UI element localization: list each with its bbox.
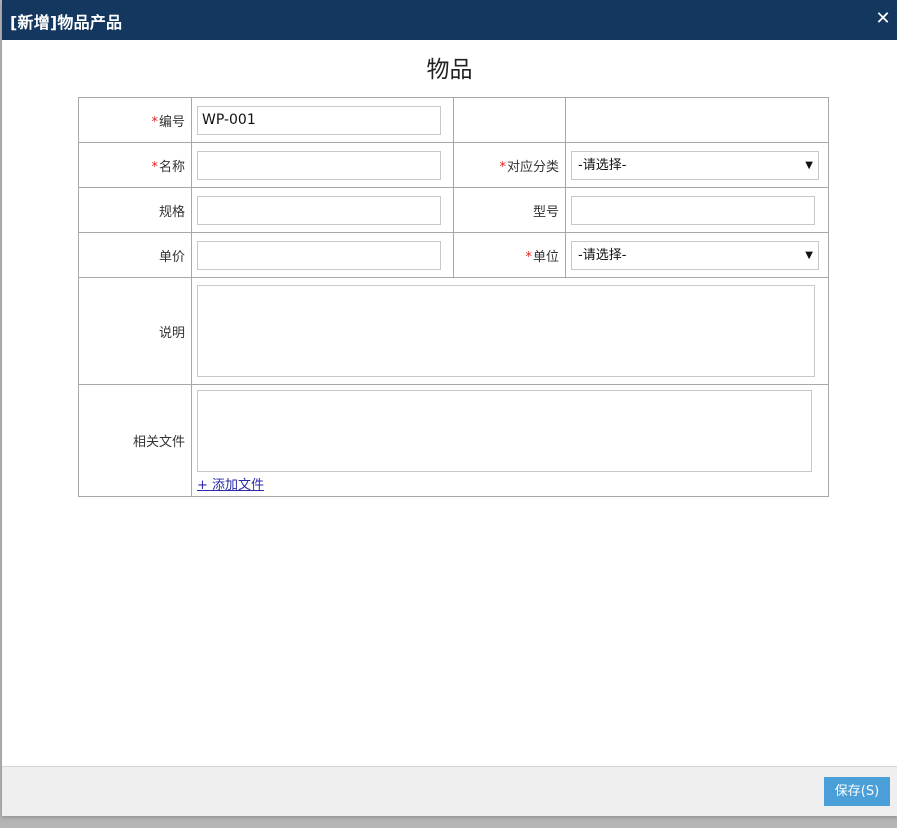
name-label-text: 名称: [158, 159, 185, 175]
add-file-link[interactable]: + 添加文件: [197, 474, 264, 493]
form-title: 物品: [426, 57, 473, 83]
dialog-title: [新增]物品产品: [10, 13, 123, 32]
required-mark: *: [525, 249, 532, 265]
spec-label: 规格: [78, 187, 192, 233]
price-label: 单价: [78, 232, 192, 278]
code-input[interactable]: WP-001: [197, 105, 441, 135]
unit-selected-value: -请选择-: [578, 247, 627, 263]
required-mark: *: [151, 159, 158, 175]
dropdown-arrow-icon: ▼: [805, 249, 813, 261]
files-box[interactable]: [197, 390, 812, 472]
price-input[interactable]: [197, 240, 441, 270]
name-label: *名称: [78, 142, 192, 188]
unit-select[interactable]: -请选择- ▼: [571, 240, 819, 270]
files-label: 相关文件: [78, 384, 192, 497]
empty-cell: [565, 97, 829, 143]
spec-input[interactable]: [197, 195, 441, 225]
required-mark: *: [151, 114, 158, 130]
dialog-window: [新增]物品产品 ✕ 物品 *编号 WP-001 *名称 *对应分类 -请选择-…: [2, 0, 897, 816]
save-button[interactable]: 保存(S): [824, 777, 890, 806]
empty-cell: [453, 97, 566, 143]
code-label-text: 编号: [158, 114, 185, 130]
description-label: 说明: [78, 277, 192, 385]
category-label: *对应分类: [453, 142, 566, 188]
description-textarea[interactable]: [197, 285, 815, 377]
dialog-titlebar[interactable]: [新增]物品产品 ✕: [2, 0, 897, 40]
dialog-footer: 保存(S): [2, 766, 897, 816]
name-input[interactable]: [197, 150, 441, 180]
unit-label: *单位: [453, 232, 566, 278]
code-label: *编号: [78, 97, 192, 143]
category-selected-value: -请选择-: [578, 157, 627, 173]
unit-label-text: 单位: [532, 249, 559, 265]
required-mark: *: [499, 159, 506, 175]
category-select[interactable]: -请选择- ▼: [571, 150, 819, 180]
item-form: *编号 WP-001 *名称 *对应分类 -请选择- ▼ 规格 型号 单价 *单…: [78, 97, 829, 497]
model-label: 型号: [453, 187, 566, 233]
category-label-text: 对应分类: [506, 159, 559, 175]
model-input[interactable]: [571, 195, 815, 225]
dropdown-arrow-icon: ▼: [805, 159, 813, 171]
close-icon[interactable]: ✕: [874, 9, 892, 29]
